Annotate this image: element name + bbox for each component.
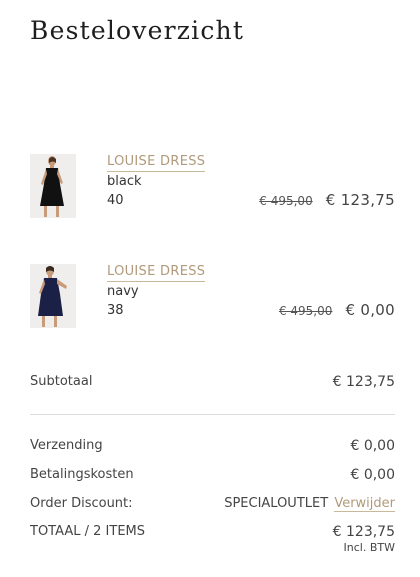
total-value-group: € 123,75 Incl. BTW [333,524,395,554]
product-size: 40 [107,193,124,208]
subtotal-label: Subtotaal [30,374,93,389]
product-link[interactable]: LOUISE DRESS [107,154,206,172]
page-title: Besteloverzicht [30,16,245,45]
shipping-value: € 0,00 [350,438,395,454]
subtotal-value: € 123,75 [332,374,395,390]
product-color: black [107,174,142,189]
product-size: 38 [107,303,124,318]
payment-costs-value: € 0,00 [350,467,395,483]
discount-code: SPECIALOUTLET [224,496,329,511]
original-price: € 495,00 [278,304,333,318]
remove-discount-link[interactable]: Verwijder [334,496,395,512]
total-row: TOTAAL / 2 ITEMS € 123,75 Incl. BTW [30,524,395,564]
sale-price: € 0,00 [345,301,395,319]
cart-item: LOUISE DRESS navy 38 € 495,00 € 0,00 [30,264,395,332]
vat-note: Incl. BTW [343,541,395,554]
price-group: € 495,00 € 123,75 [259,190,395,209]
payment-costs-label: Betalingskosten [30,467,134,482]
product-thumbnail[interactable] [30,154,76,218]
product-color: navy [107,284,139,299]
total-label: TOTAAL / 2 ITEMS [30,524,146,539]
cart-item: LOUISE DRESS black 40 € 495,00 € 123,75 [30,154,395,222]
product-link[interactable]: LOUISE DRESS [107,264,206,282]
price-group: € 495,00 € 0,00 [279,300,395,319]
shipping-label: Verzending [30,438,103,453]
dress-image-icon [30,264,76,328]
dress-image-icon [30,154,76,218]
discount-value: SPECIALOUTLET Verwijder [224,496,395,512]
divider [30,414,395,415]
sale-price: € 123,75 [325,191,395,209]
total-value: € 123,75 [332,524,395,540]
original-price: € 495,00 [259,194,313,208]
discount-label: Order Discount: [30,496,133,511]
product-thumbnail[interactable] [30,264,76,328]
